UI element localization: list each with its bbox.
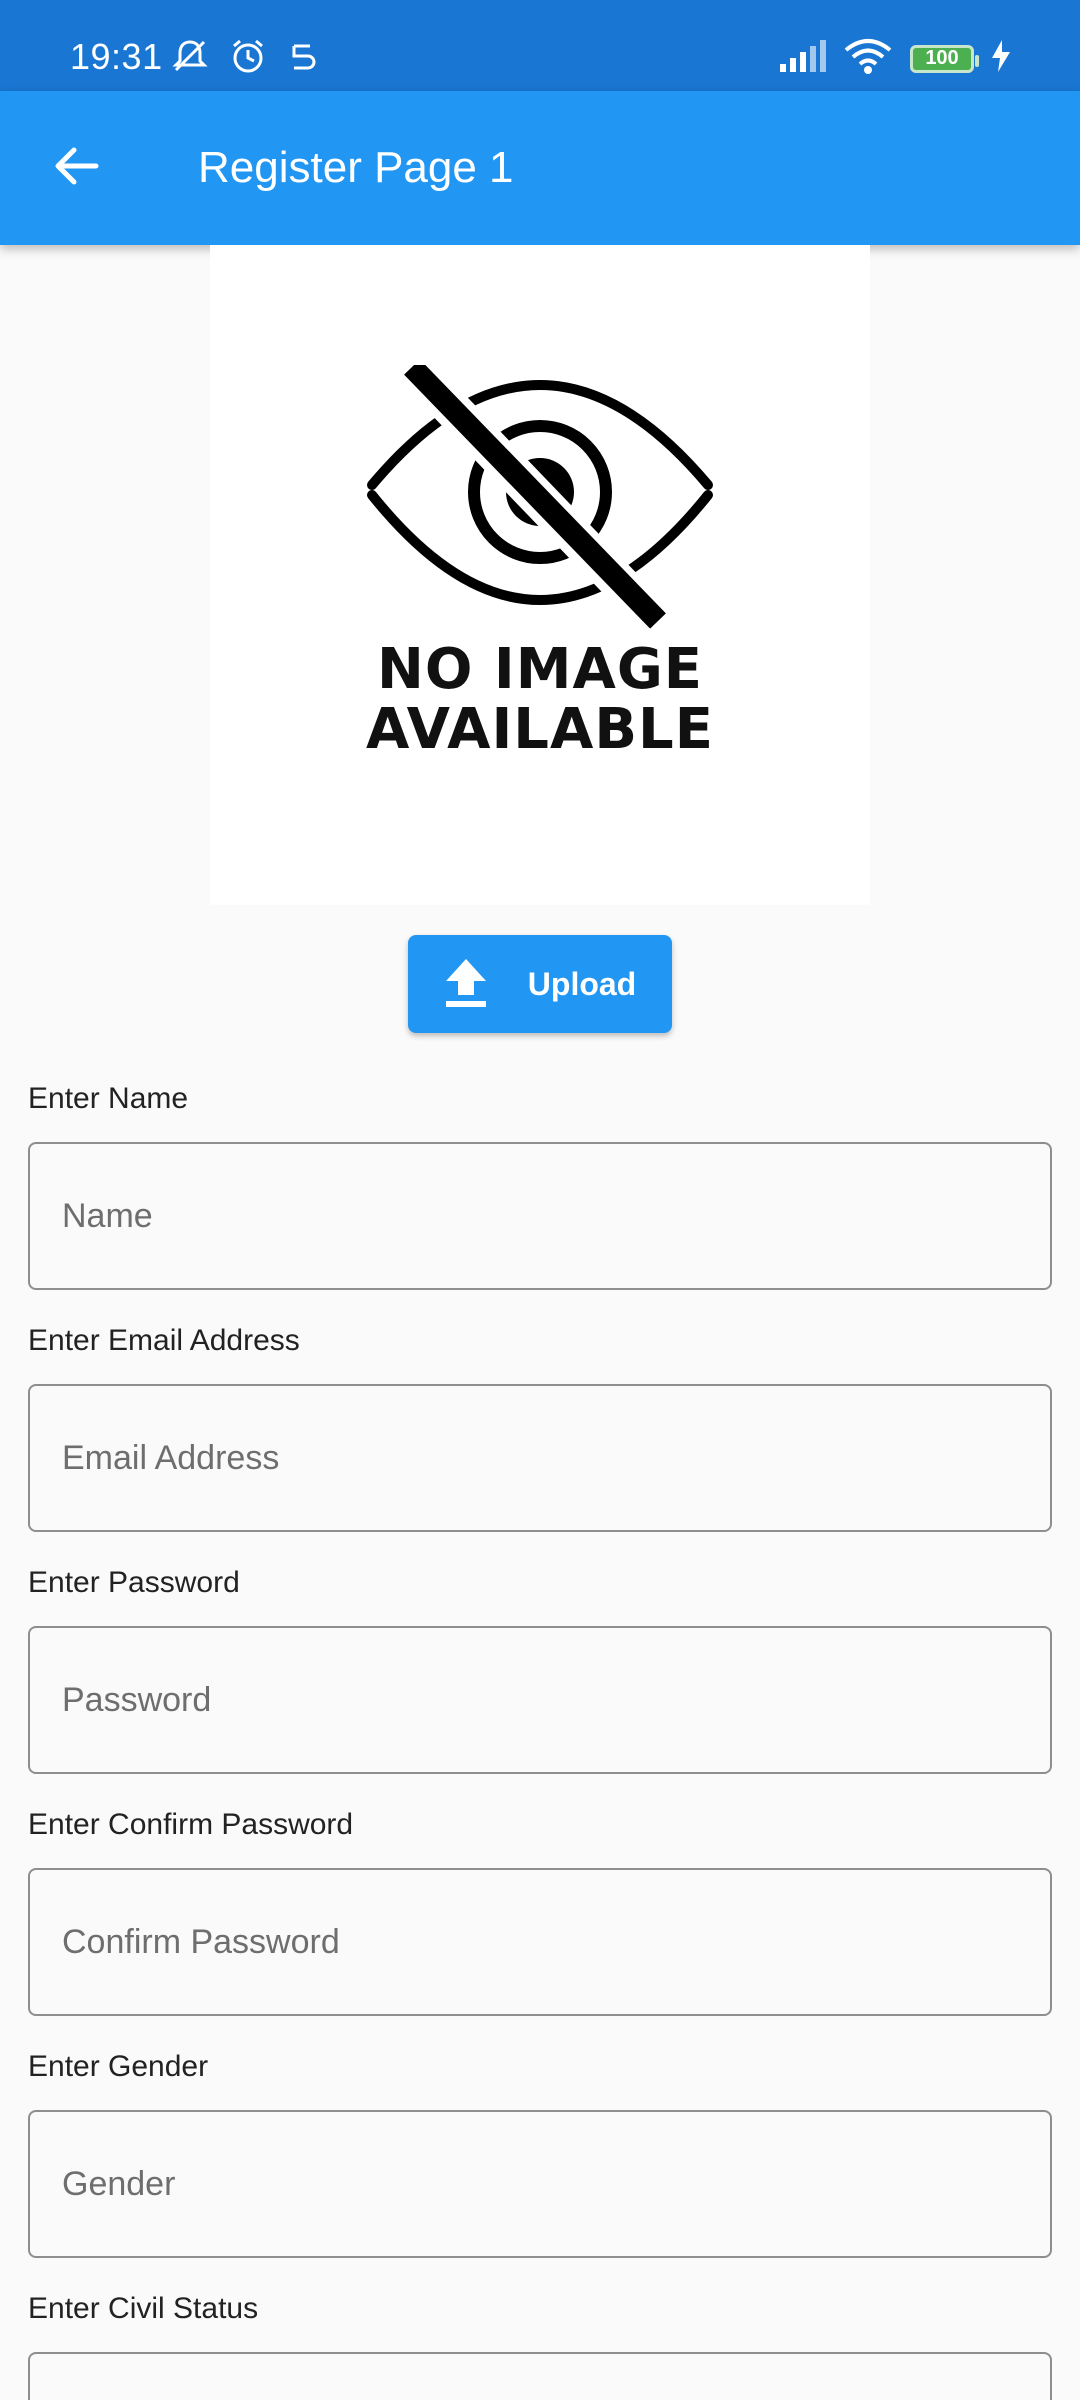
signal-icon <box>778 40 826 77</box>
name-input[interactable] <box>28 1142 1052 1290</box>
sync-icon <box>286 36 318 81</box>
civil-status-input[interactable] <box>28 2352 1052 2400</box>
alarm-icon <box>228 36 268 81</box>
muted-notification-icon <box>170 36 210 81</box>
no-image-line1: NO IMAGE <box>376 637 704 702</box>
battery-icon: 100 <box>910 44 979 73</box>
status-bar: 19:31 100 <box>0 0 1080 91</box>
profile-image-placeholder: NO IMAGE AVAILABLE <box>210 245 870 905</box>
page-title: Register Page 1 <box>198 143 514 192</box>
back-button[interactable] <box>36 133 116 203</box>
password-label: Enter Password <box>28 1566 240 1599</box>
gender-input[interactable] <box>28 2110 1052 2258</box>
charging-icon <box>992 40 1010 77</box>
upload-button[interactable]: Upload <box>408 935 672 1033</box>
wifi-icon <box>844 38 892 79</box>
upload-label: Upload <box>527 965 637 1002</box>
email-input[interactable] <box>28 1384 1052 1532</box>
confirm-password-input[interactable] <box>28 1868 1052 2016</box>
civil-status-label: Enter Civil Status <box>28 2292 259 2325</box>
status-right-icons: 100 <box>778 38 1010 79</box>
app-bar: Register Page 1 <box>0 91 1080 245</box>
status-time: 19:31 <box>70 36 163 77</box>
name-label: Enter Name <box>28 1082 189 1115</box>
upload-icon <box>444 957 488 1012</box>
email-label: Enter Email Address <box>28 1324 300 1357</box>
arrow-back-icon <box>52 142 100 195</box>
status-left-icons <box>170 36 318 81</box>
no-image-eye-icon <box>360 351 720 640</box>
password-input[interactable] <box>28 1626 1052 1774</box>
gender-label: Enter Gender <box>28 2050 209 2083</box>
confirm-password-label: Enter Confirm Password <box>28 1808 354 1841</box>
battery-level: 100 <box>925 47 959 69</box>
no-image-line2: AVAILABLE <box>366 697 714 762</box>
